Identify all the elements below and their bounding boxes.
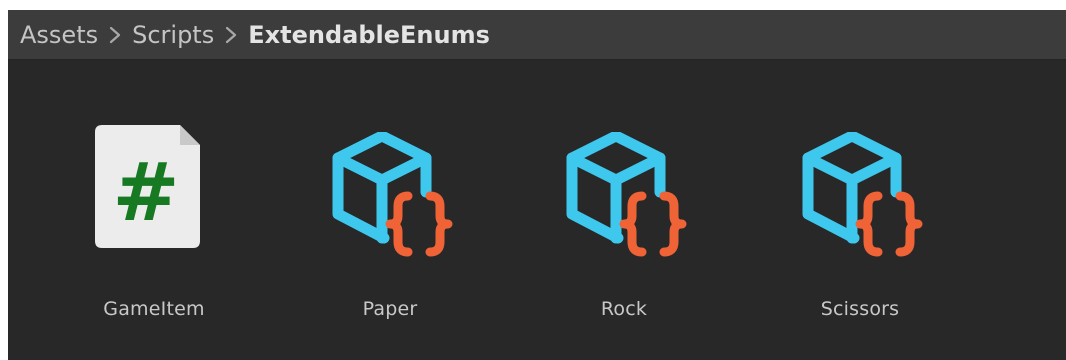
asset-label: Paper xyxy=(362,298,418,320)
asset-icon: # xyxy=(54,124,254,254)
asset-item-scissors[interactable]: Scissors xyxy=(760,60,960,360)
asset-label: Scissors xyxy=(820,298,900,320)
svg-text:#: # xyxy=(112,146,179,239)
asset-icon xyxy=(760,124,960,257)
scriptable-object-icon xyxy=(332,132,453,257)
asset-icon xyxy=(290,124,490,257)
asset-item-gameitem[interactable]: # GameItem xyxy=(54,60,254,360)
breadcrumb-item-extendableenums[interactable]: ExtendableEnums xyxy=(248,21,490,49)
breadcrumb: Assets Scripts ExtendableEnums xyxy=(8,10,1066,60)
scriptable-object-icon xyxy=(802,132,923,257)
asset-item-rock[interactable]: Rock xyxy=(524,60,724,360)
chevron-right-icon xyxy=(98,25,132,45)
scriptable-object-icon xyxy=(566,132,687,257)
project-window: Assets Scripts ExtendableEnums # GameIte… xyxy=(8,10,1066,360)
breadcrumb-item-assets[interactable]: Assets xyxy=(20,21,98,49)
asset-label: Rock xyxy=(600,298,648,320)
csharp-script-icon: # xyxy=(95,125,200,248)
breadcrumb-item-scripts[interactable]: Scripts xyxy=(132,21,214,49)
asset-item-paper[interactable]: Paper xyxy=(290,60,490,360)
chevron-right-icon xyxy=(214,25,248,45)
asset-icon xyxy=(524,124,724,257)
asset-label: GameItem xyxy=(103,298,205,320)
asset-grid: # GameItem Paper Rock Scissors xyxy=(8,60,1066,360)
